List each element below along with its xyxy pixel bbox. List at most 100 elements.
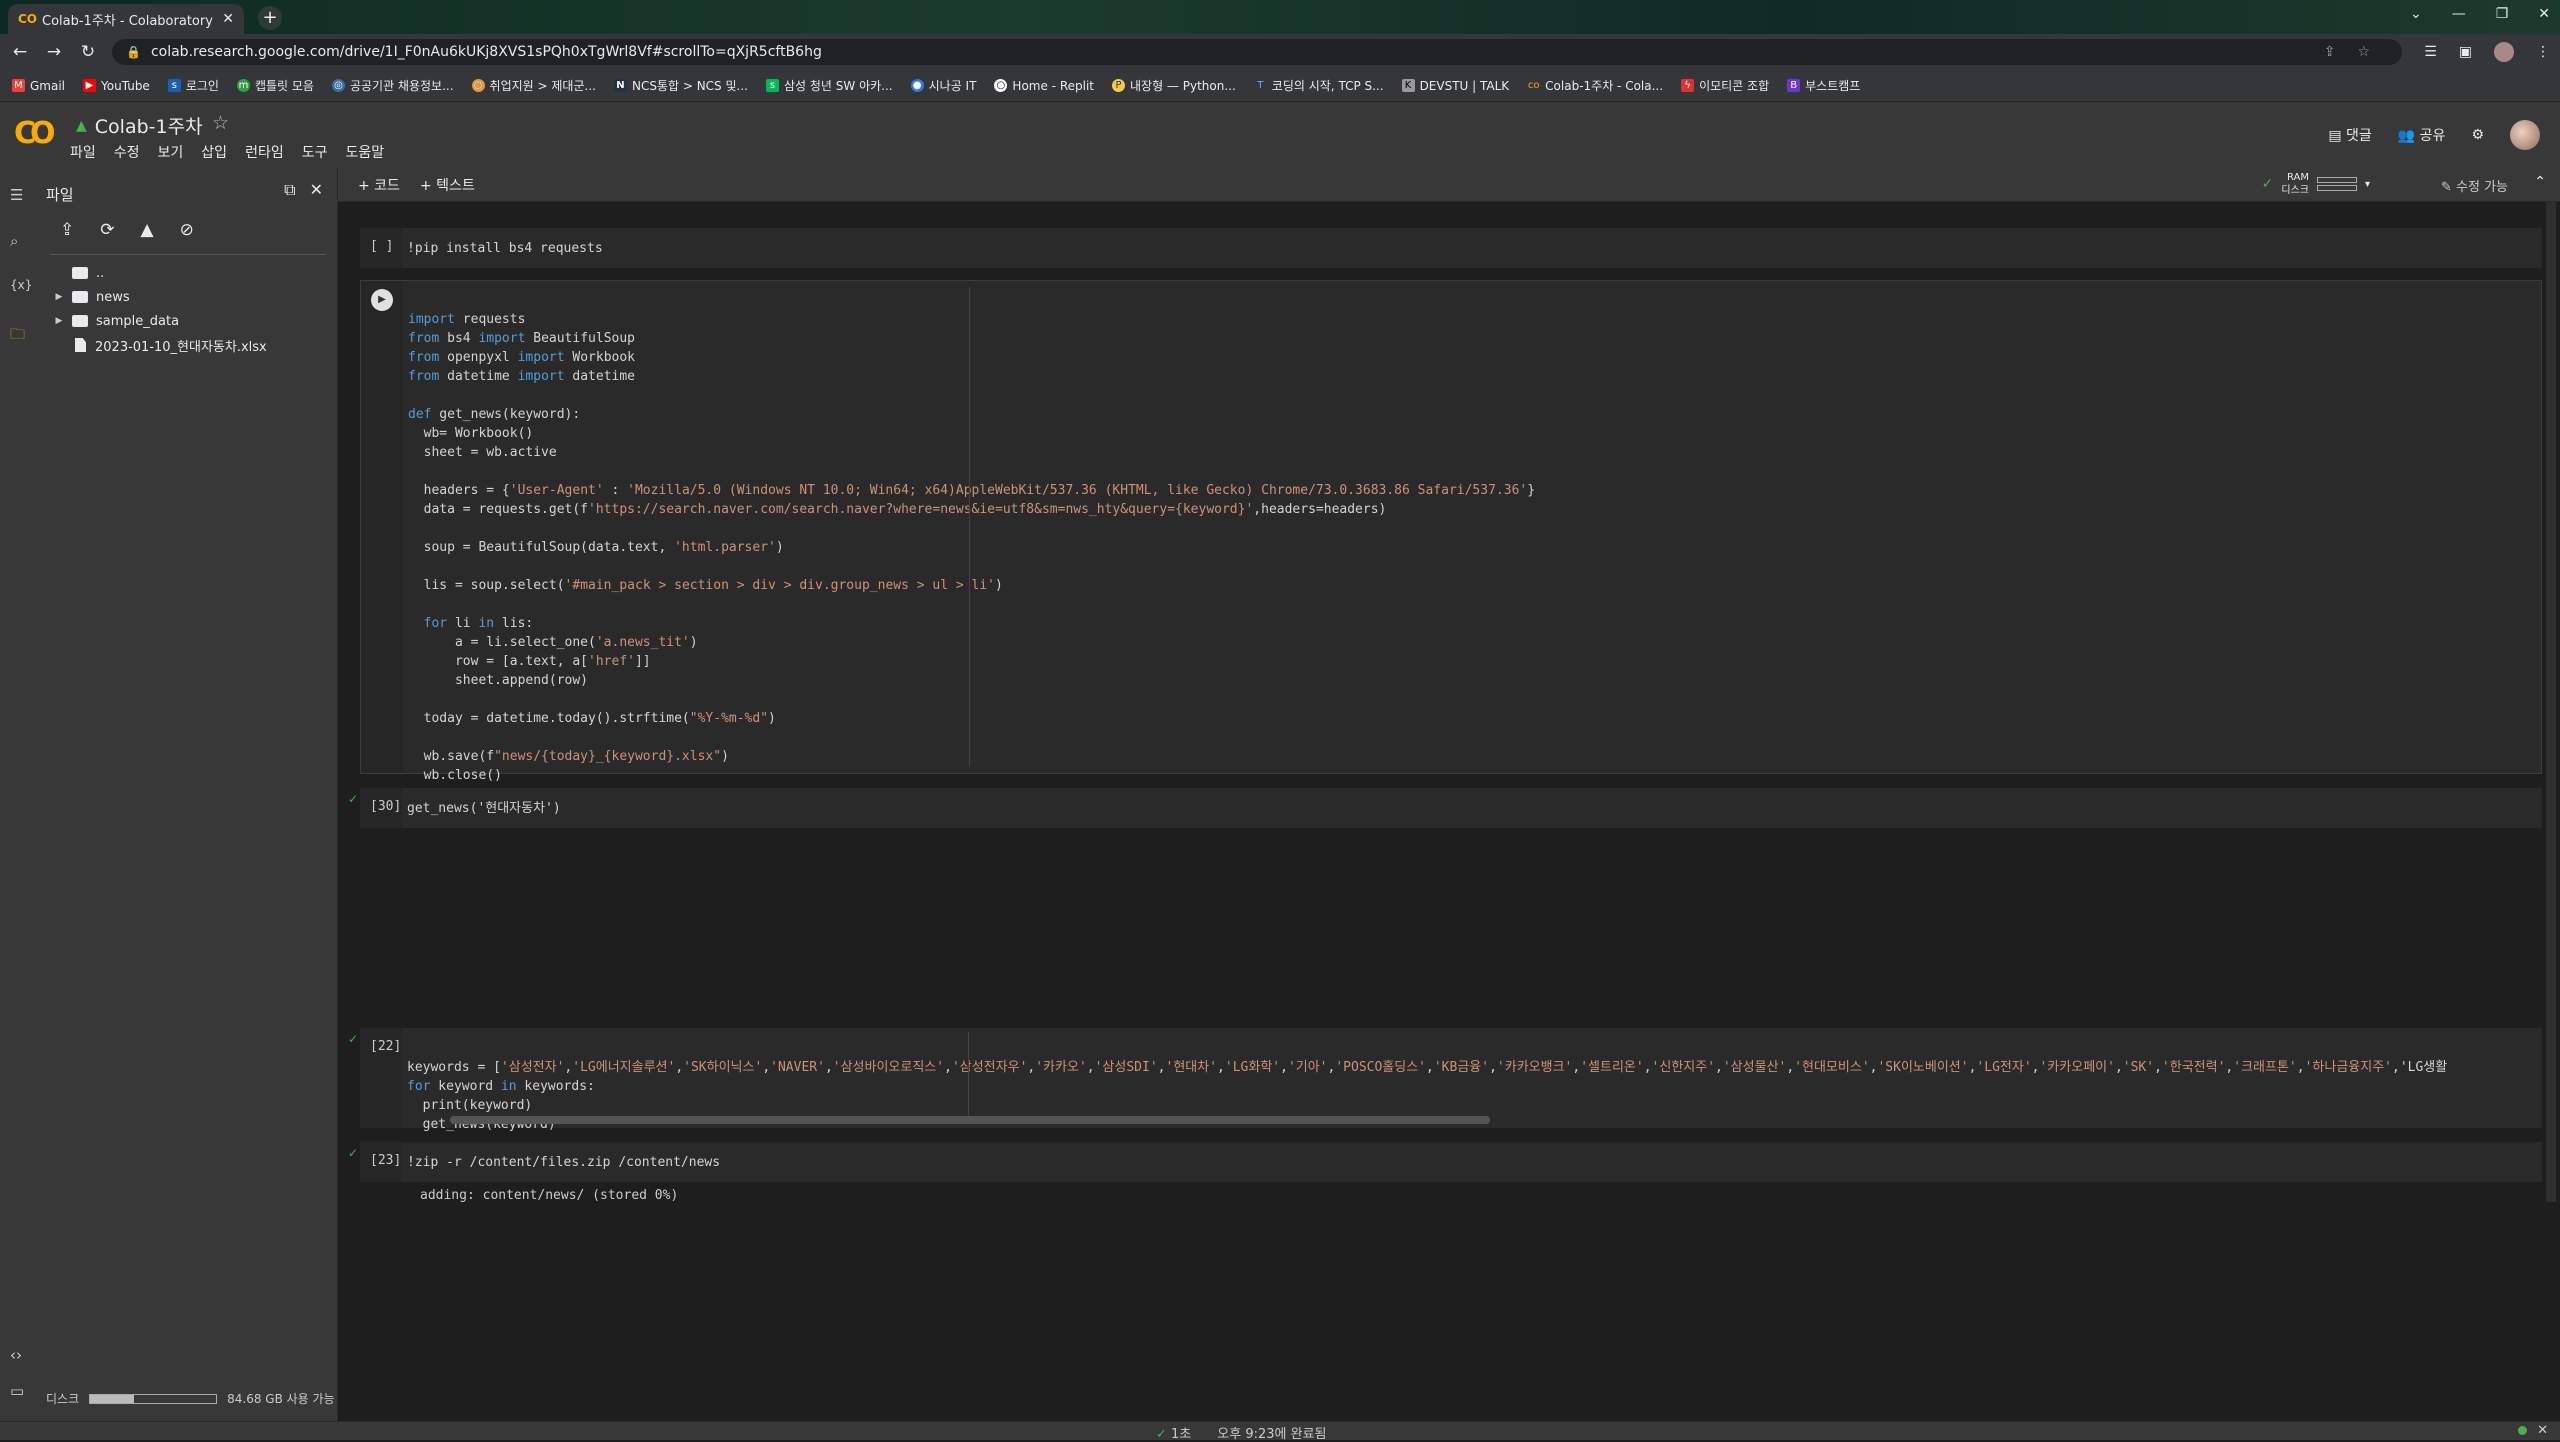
chrome-menu-icon[interactable]: ⋮ <box>2536 44 2550 60</box>
bookmark-devstu[interactable]: K DEVSTU | TALK <box>1401 79 1509 93</box>
bookmark-replit[interactable]: ○ Home - Replit <box>994 79 1094 93</box>
close-window-icon[interactable]: ✕ <box>2538 6 2550 22</box>
run-cell-button[interactable]: ▶ <box>371 289 393 311</box>
variables-icon[interactable]: {x} <box>10 278 32 292</box>
cell-code[interactable]: !zip -r /content/files.zip /content/news <box>407 1153 720 1172</box>
tree-item-xlsx[interactable]: 2023-01-10_현대자동차.xlsx <box>52 334 267 356</box>
code-cell-zip[interactable]: ✓ [23] !zip -r /content/files.zip /conte… <box>348 1142 2542 1182</box>
ssafy-icon: s <box>765 79 779 92</box>
vertical-scrollbar[interactable] <box>2546 202 2556 1202</box>
minimize-icon[interactable]: — <box>2452 6 2466 22</box>
code-line: from bs4 import BeautifulSoup <box>408 331 635 346</box>
colab-bookmark-icon: co <box>1527 79 1541 92</box>
status-bar: ✓ 1초 오후 9:23에 완료됨 ✕ <box>0 1421 2560 1442</box>
bookmark-login[interactable]: s 로그인 <box>167 77 219 94</box>
cell-code[interactable]: get_news('현대자동차') <box>407 799 561 818</box>
bookmark-sinagong[interactable]: ● 시나공 IT <box>910 77 976 94</box>
refresh-folder-icon[interactable]: ⟳ <box>100 220 114 240</box>
new-tab-button[interactable]: + <box>258 6 282 30</box>
forward-icon[interactable]: → <box>40 42 68 62</box>
bookmark-star-icon[interactable]: ☆ <box>2357 44 2370 60</box>
comment-button[interactable]: ▤ 댓글 <box>2328 125 2371 145</box>
bookmark-tcp[interactable]: T 코딩의 시작, TCP S... <box>1253 77 1384 94</box>
browser-tab-colab[interactable]: CO Colab-1주차 - Colaboratory ✕ <box>8 4 244 34</box>
tab-title: Colab-1주차 - Colaboratory <box>42 13 213 29</box>
code-cell-pip[interactable]: [ ] !pip install bs4 requests <box>360 228 2542 268</box>
bookmark-python[interactable]: P 내장형 — Python... <box>1112 77 1236 94</box>
menu-tools[interactable]: 도구 <box>302 142 328 162</box>
profile-avatar-small[interactable] <box>2494 42 2514 62</box>
folder-icon <box>72 315 88 327</box>
boostcamp-icon: B <box>1787 79 1801 92</box>
address-bar-row: ← → ↻ 🔒 colab.research.google.com/drive/… <box>0 34 2560 70</box>
menu-edit[interactable]: 수정 <box>114 142 140 162</box>
collapse-header-icon[interactable]: ⌃ <box>2534 174 2546 190</box>
bookmark-captlet[interactable]: m 캡틀릿 모음 <box>236 77 314 94</box>
user-avatar[interactable] <box>2510 120 2540 150</box>
colab-logo-icon[interactable]: CO <box>14 116 55 151</box>
mount-drive-icon[interactable]: ▲ <box>141 220 154 240</box>
code-cell-call[interactable]: ✓ [30] get_news('현대자동차') <box>348 788 2542 828</box>
bookmark-gmail[interactable]: M Gmail <box>12 79 65 93</box>
menu-file[interactable]: 파일 <box>70 142 96 162</box>
menu-view[interactable]: 보기 <box>158 142 184 162</box>
omnibox[interactable]: 🔒 colab.research.google.com/drive/1I_F0n… <box>112 39 2402 65</box>
bookmark-ssafy[interactable]: s 삼성 청년 SW 아카... <box>765 77 893 94</box>
upload-file-icon[interactable]: ⇪ <box>60 220 74 240</box>
maximize-icon[interactable]: ❐ <box>2496 6 2509 22</box>
expand-arrow-icon[interactable]: ▶ <box>52 292 66 302</box>
cell-code[interactable]: import requests from bs4 import Beautifu… <box>408 291 1535 785</box>
notebook-toolbar: + 코드 + 텍스트 ✓ RAM 디스크 ▾ ✎ 수정 가능 ⌃ <box>338 168 2560 202</box>
emoji-combo-icon: ϟ <box>1681 79 1695 92</box>
share-button[interactable]: 👥 공유 <box>2398 125 2446 145</box>
code-cell-keywords[interactable]: ✓ [22] keywords = ['삼성전자','LG에너지솔루션','SK… <box>348 1028 2542 1132</box>
notebook-title-area: ▲ Colab-1주차 <box>76 112 203 139</box>
tree-item-parent[interactable]: .. <box>52 262 104 284</box>
code-cell-get-news[interactable]: ▶ import requests from bs4 import Beauti… <box>360 280 2542 783</box>
files-folder-icon[interactable]: 🗀 <box>10 324 25 349</box>
runtime-dropdown-icon[interactable]: ▾ <box>2365 178 2370 191</box>
bookmark-public-jobs[interactable]: ◎ 공공기관 채용정보... <box>331 77 454 94</box>
star-notebook-icon[interactable]: ☆ <box>212 112 229 134</box>
menu-runtime[interactable]: 런타임 <box>245 142 284 162</box>
code-snippets-icon[interactable]: ‹› <box>10 1346 22 1364</box>
tab-search-icon[interactable]: ⌄ <box>2410 6 2422 22</box>
notebook-title[interactable]: Colab-1주차 <box>95 112 203 139</box>
bookmark-employment[interactable]: ◌ 취업지원 > 제대군... <box>471 77 596 94</box>
edit-mode-button[interactable]: ✎ 수정 가능 <box>2441 176 2508 195</box>
open-new-window-icon[interactable]: ⧉ <box>284 180 295 200</box>
disk-meter <box>2316 185 2357 191</box>
menu-help[interactable]: 도움말 <box>345 142 384 162</box>
back-icon[interactable]: ← <box>6 42 34 62</box>
ruler-line <box>968 1032 969 1124</box>
add-text-button[interactable]: + 텍스트 <box>420 175 475 195</box>
ram-disk-indicator[interactable]: ✓ RAM 디스크 ▾ <box>2262 171 2370 197</box>
settings-gear-icon[interactable]: ⚙ <box>2471 127 2484 143</box>
bookmark-ncs[interactable]: N NCS통합 > NCS 및... <box>613 77 748 94</box>
menu-insert[interactable]: 삽입 <box>201 142 227 162</box>
close-tab-icon[interactable]: ✕ <box>222 11 234 27</box>
close-panel-icon[interactable]: ✕ <box>310 180 323 200</box>
code-line: def get_news(keyword): <box>408 407 581 422</box>
close-status-icon[interactable]: ✕ <box>2537 1423 2548 1438</box>
toc-icon[interactable]: ☰ <box>10 186 23 204</box>
expand-arrow-icon[interactable]: ▶ <box>52 316 66 326</box>
bookmark-colab[interactable]: co Colab-1주차 - Cola... <box>1527 77 1663 94</box>
hide-files-icon[interactable]: ⊘ <box>180 220 194 240</box>
cell-code[interactable]: !pip install bs4 requests <box>407 239 603 258</box>
add-code-button[interactable]: + 코드 <box>358 175 400 195</box>
tree-item-news[interactable]: ▶ news <box>52 286 130 308</box>
horizontal-scrollbar[interactable] <box>450 1116 1490 1124</box>
terminal-icon[interactable]: ▭ <box>10 1382 24 1400</box>
reading-list-icon[interactable]: ☰ <box>2424 44 2437 60</box>
share-page-icon[interactable]: ⇪ <box>2324 44 2336 60</box>
window-controls: ⌄ — ❐ ✕ <box>2410 6 2550 22</box>
bookmark-youtube[interactable]: ▶ YouTube <box>83 79 150 93</box>
bookmark-emoji[interactable]: ϟ 이모티콘 조합 <box>1681 77 1769 94</box>
bookmark-boostcamp[interactable]: B 부스트캠프 <box>1787 77 1860 94</box>
side-panel-icon[interactable]: ▣ <box>2459 44 2472 60</box>
tree-item-sample-data[interactable]: ▶ sample_data <box>52 310 180 332</box>
search-icon[interactable]: ⌕ <box>10 232 18 250</box>
code-line: wb.save(f"news/{today}_{keyword}.xlsx") <box>408 749 729 764</box>
reload-icon[interactable]: ↻ <box>74 42 102 62</box>
